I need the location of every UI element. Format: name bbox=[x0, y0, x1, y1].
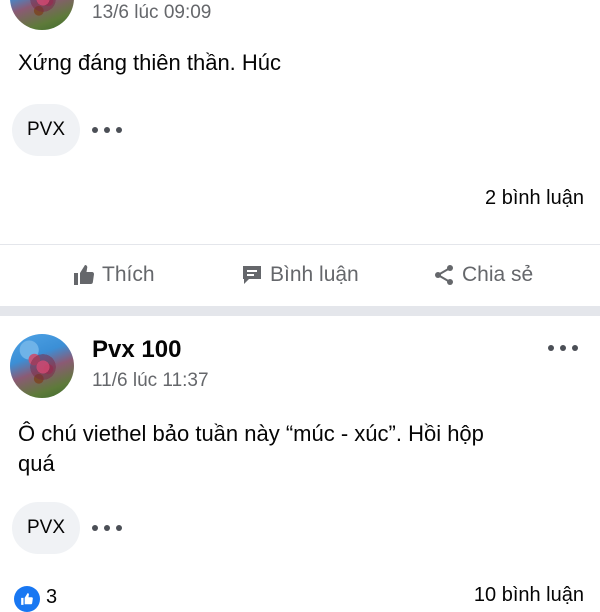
post-separator bbox=[0, 306, 600, 316]
post1-timestamp[interactable]: 13/6 lúc 09:09 bbox=[92, 2, 211, 24]
like-label: Thích bbox=[102, 263, 155, 286]
post2-chip-label: PVX bbox=[26, 517, 66, 538]
comment-button[interactable]: Bình luận bbox=[240, 255, 359, 295]
thumbs-up-icon bbox=[74, 265, 95, 285]
post1-divider bbox=[0, 244, 600, 245]
post2-author[interactable]: Pvx 100 bbox=[92, 336, 181, 364]
like-button[interactable]: Thích bbox=[72, 255, 155, 295]
post1-avatar[interactable] bbox=[10, 0, 74, 30]
post2-timestamp[interactable]: 11/6 lúc 11:37 bbox=[92, 370, 209, 392]
comment-label: Bình luận bbox=[270, 263, 359, 286]
share-icon bbox=[435, 265, 453, 285]
post1-pvx-chip[interactable]: PVX bbox=[12, 104, 80, 156]
post2-options-icon[interactable] bbox=[548, 338, 578, 358]
share-button[interactable]: Chia sẻ bbox=[432, 255, 533, 295]
comment-icon bbox=[243, 266, 261, 284]
like-badge-icon bbox=[21, 593, 33, 605]
post1-chip-more-icon[interactable] bbox=[92, 120, 122, 140]
post2-pvx-chip[interactable]: PVX bbox=[12, 502, 80, 554]
share-label: Chia sẻ bbox=[462, 263, 534, 286]
post1-text: Xứng đáng thiên thần. Húc bbox=[18, 50, 282, 75]
post2-comment-count[interactable]: 10 bình luận bbox=[474, 584, 584, 607]
post2-like-count[interactable]: 3 bbox=[46, 586, 57, 609]
post1-comment-count[interactable]: 2 bình luận bbox=[485, 187, 584, 210]
post1-chip-label: PVX bbox=[26, 119, 66, 140]
post2-text-line1: Ô chú viethel bảo tuần này “múc - xúc”. … bbox=[18, 421, 484, 446]
post2-avatar[interactable] bbox=[10, 334, 74, 398]
post2-like-badge[interactable] bbox=[14, 586, 40, 612]
post2-chip-more-icon[interactable] bbox=[92, 518, 122, 538]
post2-text-line2: quá bbox=[18, 451, 55, 476]
